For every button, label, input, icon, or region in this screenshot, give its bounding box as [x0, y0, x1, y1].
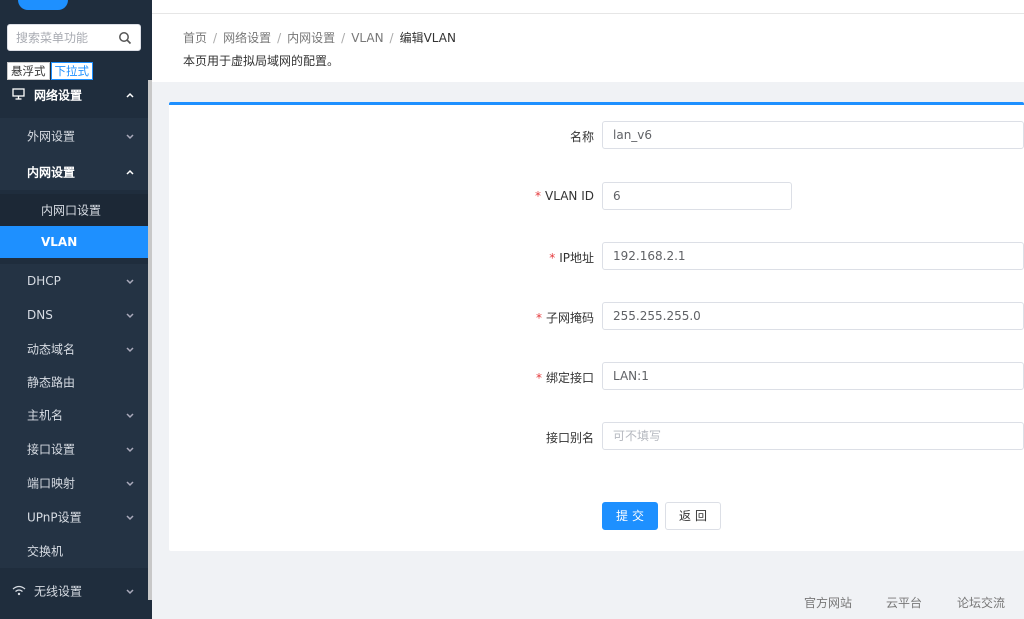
footer-link-forum[interactable]: 论坛交流 [957, 594, 1005, 611]
sidebar-item-switch[interactable]: 交换机 [0, 534, 150, 568]
breadcrumb-separator: / [277, 31, 282, 45]
sidebar-item-label: 内网设置 [27, 165, 76, 180]
logo [18, 0, 68, 10]
monitor-icon [12, 88, 25, 100]
name-input[interactable] [602, 121, 1024, 149]
sidebar-item-ddns[interactable]: 动态域名 [0, 332, 150, 366]
logo-area [0, 0, 152, 14]
bind-interface-label: * 绑定接口 [535, 371, 594, 385]
sidebar-item-lan-port[interactable]: 内网口设置 [0, 194, 150, 226]
wifi-icon [12, 585, 26, 596]
sidebar-item-label: DNS [27, 308, 53, 322]
vlan-id-input[interactable] [602, 182, 792, 210]
sidebar-item-interface[interactable]: 接口设置 [0, 432, 150, 466]
sidebar-item-label: 静态路由 [27, 375, 76, 390]
breadcrumb-current: 编辑VLAN [399, 31, 456, 45]
sidebar-item-hostname[interactable]: 主机名 [0, 398, 150, 432]
menu-search-input[interactable] [16, 29, 116, 46]
interface-alias-input[interactable] [602, 422, 1024, 450]
chevron-down-icon [126, 589, 134, 595]
name-label: 名称 [569, 130, 594, 144]
form-labels: 名称 * VLAN ID * IP地址 * 子网掩码 * 绑定接口 接口别名 [169, 105, 594, 551]
chevron-up-icon [126, 92, 134, 98]
chevron-down-icon [126, 279, 134, 285]
sidebar-item-label: DHCP [27, 274, 61, 288]
subnet-mask-input[interactable] [602, 302, 1024, 330]
required-mark: * [535, 189, 542, 203]
sidebar-item-label: 动态域名 [27, 342, 76, 357]
mode-float-button[interactable]: 悬浮式 [7, 62, 50, 80]
sidebar-item-static-route[interactable]: 静态路由 [0, 366, 150, 398]
mask-label: * 子网掩码 [535, 311, 594, 325]
sidebar-item-wan[interactable]: 外网设置 [0, 118, 150, 154]
ip-address-input[interactable] [602, 242, 1024, 270]
breadcrumb-network[interactable]: 网络设置 [223, 31, 271, 45]
chevron-down-icon [126, 347, 134, 353]
footer-link-cloud[interactable]: 云平台 [886, 594, 922, 611]
vlan-id-label: * VLAN ID [535, 189, 594, 203]
sidebar-item-label: 主机名 [27, 408, 64, 423]
submit-button[interactable]: 提交 [602, 502, 658, 530]
alias-label: 接口别名 [545, 431, 594, 445]
sidebar-scrollbar[interactable] [148, 80, 152, 600]
required-mark: * [535, 311, 542, 325]
sidebar-item-label: 端口映射 [27, 476, 76, 491]
required-mark: * [549, 251, 556, 265]
sidebar-item-label: 网络设置 [34, 88, 83, 103]
breadcrumb-separator: / [341, 31, 346, 45]
sidebar-item-label: VLAN [41, 235, 78, 249]
vlan-form-card: 名称 *VLAN ID *IP地址 *子网掩码 *绑定接口 接口别名 提交 返回 [169, 102, 1024, 551]
sidebar-item-upnp[interactable]: UPnP设置 [0, 500, 150, 534]
sidebar-item-lan[interactable]: 内网设置 [0, 154, 150, 190]
breadcrumb-vlan[interactable]: VLAN [351, 31, 383, 45]
sidebar-item-dhcp[interactable]: DHCP [0, 264, 150, 298]
sidebar-item-wireless[interactable]: 无线设置 [0, 576, 150, 606]
bind-interface-select[interactable] [602, 362, 1024, 390]
back-button[interactable]: 返回 [665, 502, 721, 530]
breadcrumb-lan[interactable]: 内网设置 [287, 31, 335, 45]
sidebar-item-label: 外网设置 [27, 129, 76, 144]
sidebar-item-vlan[interactable]: VLAN [0, 226, 150, 258]
breadcrumb: 首页 / 网络设置 / 内网设置 / VLAN / 编辑VLAN [183, 29, 456, 46]
sidebar-item-label: 交换机 [27, 544, 64, 559]
breadcrumb-separator: / [213, 31, 218, 45]
menu-mode-switch: 悬浮式 下拉式 [7, 62, 93, 80]
chevron-down-icon [126, 447, 134, 453]
footer-link-official-site[interactable]: 官方网站 [804, 594, 852, 611]
sidebar-item-network[interactable]: 网络设置 [0, 80, 150, 110]
sidebar-item-label: 无线设置 [34, 584, 83, 599]
sidebar: 悬浮式 下拉式 网络设置 外网设置 内网设置 内网口设置 VLAN DHCP D… [0, 0, 152, 619]
sidebar-item-dns[interactable]: DNS [0, 298, 150, 332]
sidebar-item-label: 内网口设置 [41, 203, 102, 218]
breadcrumb-separator: / [389, 31, 394, 45]
top-bar [152, 0, 1024, 14]
page-header: 首页 / 网络设置 / 内网设置 / VLAN / 编辑VLAN 本页用于虚拟局域网的配置。 [152, 14, 1024, 82]
menu-search-box [7, 24, 141, 51]
breadcrumb-home[interactable]: 首页 [183, 31, 207, 45]
sidebar-item-label: 接口设置 [27, 442, 76, 457]
chevron-down-icon [126, 134, 134, 140]
chevron-down-icon [126, 515, 134, 521]
chevron-up-icon [126, 169, 134, 175]
sidebar-item-label: UPnP设置 [27, 510, 82, 525]
mode-dropdown-button[interactable]: 下拉式 [50, 62, 93, 80]
sidebar-item-port-mapping[interactable]: 端口映射 [0, 466, 150, 500]
page-description: 本页用于虚拟局域网的配置。 [183, 54, 340, 68]
search-icon[interactable] [118, 31, 132, 45]
chevron-down-icon [126, 413, 134, 419]
chevron-down-icon [126, 481, 134, 487]
chevron-down-icon [126, 313, 134, 319]
ip-label: * IP地址 [549, 251, 594, 265]
required-mark: * [535, 371, 542, 385]
